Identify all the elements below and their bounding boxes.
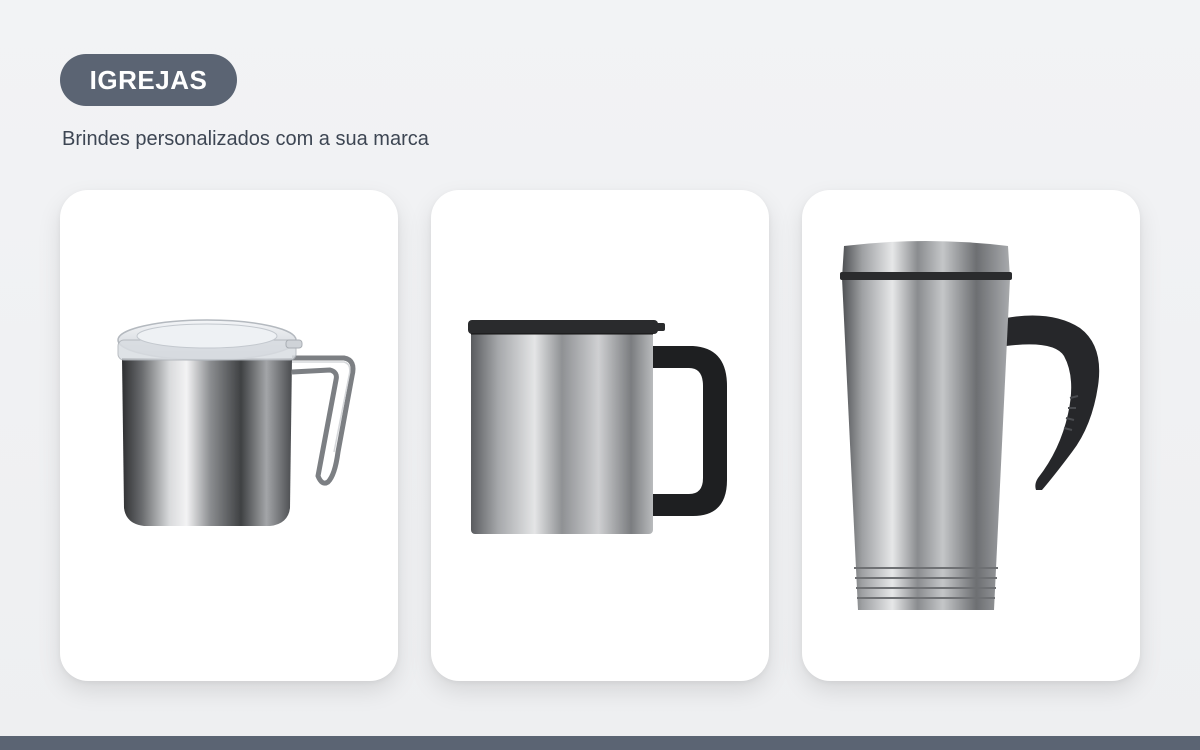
product-card-1[interactable]	[60, 190, 398, 681]
category-badge[interactable]: IGREJAS	[60, 54, 237, 106]
footer-bar	[0, 736, 1200, 750]
product-card-3[interactable]	[802, 190, 1140, 681]
page-subtitle: Brindes personalizados com a sua marca	[62, 128, 429, 150]
steel-mug-image	[468, 320, 727, 534]
travel-mug-image	[840, 241, 1100, 610]
product-card-2[interactable]	[431, 190, 769, 681]
camping-mug-image	[117, 319, 356, 526]
